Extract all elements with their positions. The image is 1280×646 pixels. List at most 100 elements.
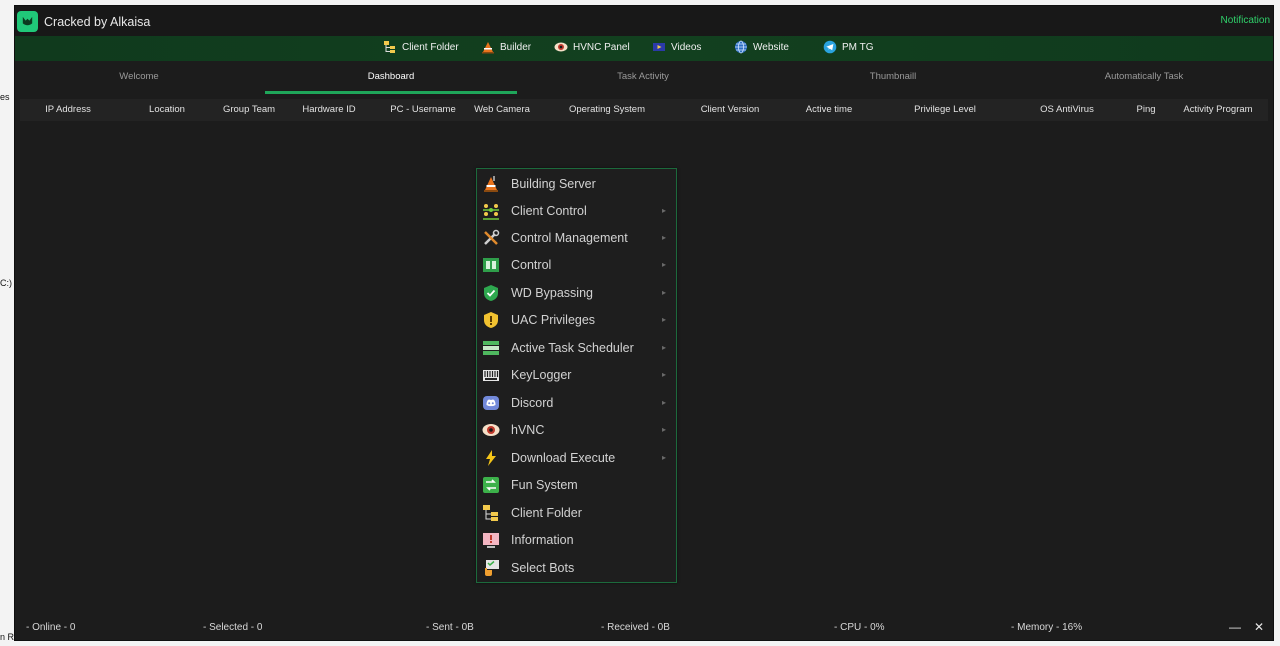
group-icon bbox=[483, 203, 499, 220]
menu-item-select-bots[interactable]: Select Bots bbox=[477, 554, 676, 581]
menu-item-label: Information bbox=[511, 532, 574, 547]
column-header[interactable]: Client Version bbox=[701, 104, 760, 115]
submenu-arrow-icon: ▸ bbox=[661, 370, 666, 379]
app-title: Cracked by Alkaisa bbox=[44, 15, 151, 29]
column-header[interactable]: Group Team bbox=[223, 104, 275, 115]
menu-item-download-execute[interactable]: Download Execute ▸ bbox=[477, 444, 676, 471]
menu-item-uac-privileges[interactable]: UAC Privileges ▸ bbox=[477, 306, 676, 333]
tab-welcome[interactable]: Welcome bbox=[119, 71, 158, 82]
clients-table-header: IP Address Location Group Team Hardware … bbox=[20, 99, 1268, 121]
submenu-arrow-icon: ▸ bbox=[661, 453, 666, 462]
toolbar-label: Website bbox=[753, 41, 789, 53]
lightning-icon bbox=[486, 449, 496, 466]
submenu-arrow-icon: ▸ bbox=[661, 398, 666, 407]
menu-item-label: Fun System bbox=[511, 477, 578, 492]
submenu-arrow-icon: ▸ bbox=[661, 260, 666, 269]
scheduler-icon bbox=[483, 340, 499, 355]
arrows-icon bbox=[483, 476, 499, 493]
status-memory: - Memory - 16% bbox=[1011, 622, 1083, 633]
menu-item-client-control[interactable]: Client Control ▸ bbox=[477, 197, 676, 224]
toolbar: Client Folder Builder HVNC Panel Videos … bbox=[15, 36, 1273, 61]
folder-tree-icon bbox=[483, 504, 498, 521]
tab-dashboard[interactable]: Dashboard bbox=[368, 71, 414, 82]
column-header[interactable]: Activity Program bbox=[1183, 104, 1252, 115]
construction-icon bbox=[482, 42, 494, 54]
column-header[interactable]: PC - Username bbox=[390, 104, 455, 115]
menu-item-label: Control bbox=[511, 257, 552, 272]
column-header[interactable]: Active time bbox=[806, 104, 852, 115]
chip-icon bbox=[483, 257, 499, 272]
menu-item-information[interactable]: Information bbox=[477, 526, 676, 553]
menu-item-label: Download Execute bbox=[511, 450, 616, 465]
tab-automatically-task[interactable]: Automatically Task bbox=[1105, 71, 1184, 82]
menu-item-label: Discord bbox=[511, 395, 554, 410]
menu-item-hvnc[interactable]: hVNC ▸ bbox=[477, 416, 676, 443]
background-fragment: n R bbox=[0, 632, 15, 642]
toolbar-pm-tg-button[interactable]: PM TG bbox=[823, 40, 873, 54]
menu-item-control-management[interactable]: Control Management ▸ bbox=[477, 224, 676, 251]
menu-item-wd-bypassing[interactable]: WD Bypassing ▸ bbox=[477, 279, 676, 306]
status-sent: - Sent - 0B bbox=[426, 622, 474, 633]
tab-thumbnail[interactable]: Thumbnaill bbox=[870, 71, 916, 82]
menu-item-label: Building Server bbox=[511, 176, 596, 191]
toolbar-client-folder-button[interactable]: Client Folder bbox=[383, 40, 459, 54]
submenu-arrow-icon: ▸ bbox=[661, 206, 666, 215]
app-window: Cracked by Alkaisa Notification Client F… bbox=[14, 5, 1274, 641]
tools-icon bbox=[484, 229, 500, 245]
toolbar-videos-button[interactable]: Videos bbox=[652, 40, 701, 54]
minimize-button[interactable]: — bbox=[1229, 620, 1241, 634]
submenu-arrow-icon: ▸ bbox=[661, 425, 666, 434]
eye-icon bbox=[554, 42, 568, 52]
status-online: - Online - 0 bbox=[26, 622, 76, 633]
menu-item-label: WD Bypassing bbox=[511, 285, 593, 300]
tab-task-activity[interactable]: Task Activity bbox=[617, 71, 669, 82]
toolbar-website-button[interactable]: Website bbox=[734, 40, 789, 54]
app-logo-icon bbox=[17, 11, 38, 32]
menu-item-control[interactable]: Control ▸ bbox=[477, 251, 676, 278]
tab-strip: Welcome Dashboard Task Activity Thumbnai… bbox=[15, 61, 1273, 94]
column-header[interactable]: IP Address bbox=[45, 104, 91, 115]
menu-item-active-task-scheduler[interactable]: Active Task Scheduler ▸ bbox=[477, 334, 676, 361]
telegram-icon bbox=[823, 40, 837, 54]
menu-item-label: UAC Privileges bbox=[511, 312, 596, 327]
toolbar-hvnc-panel-button[interactable]: HVNC Panel bbox=[554, 40, 630, 54]
toolbar-builder-button[interactable]: Builder bbox=[481, 40, 531, 54]
column-header[interactable]: Location bbox=[149, 104, 185, 115]
toolbar-label: PM TG bbox=[842, 41, 874, 53]
status-bar: - Online - 0 - Selected - 0 - Sent - 0B … bbox=[15, 616, 1273, 640]
background-fragment: es bbox=[0, 92, 10, 102]
submenu-arrow-icon: ▸ bbox=[661, 233, 666, 242]
hand-select-icon bbox=[485, 559, 499, 576]
keyboard-icon bbox=[483, 369, 499, 381]
folder-tree-icon bbox=[384, 41, 395, 53]
menu-item-label: hVNC bbox=[511, 422, 545, 437]
column-header[interactable]: Ping bbox=[1136, 104, 1155, 115]
menu-item-label: Client Folder bbox=[511, 505, 582, 520]
menu-item-discord[interactable]: Discord ▸ bbox=[477, 389, 676, 416]
submenu-arrow-icon: ▸ bbox=[661, 343, 666, 352]
globe-icon bbox=[735, 40, 747, 54]
shield-warning-icon bbox=[484, 311, 498, 328]
menu-item-keylogger[interactable]: KeyLogger ▸ bbox=[477, 361, 676, 388]
notification-link[interactable]: Notification bbox=[1221, 15, 1270, 26]
status-cpu: - CPU - 0% bbox=[834, 622, 885, 633]
menu-item-label: Select Bots bbox=[511, 560, 575, 575]
video-icon bbox=[653, 43, 665, 51]
column-header[interactable]: Operating System bbox=[569, 104, 645, 115]
column-header[interactable]: Web Camera bbox=[474, 104, 530, 115]
status-received: - Received - 0B bbox=[601, 622, 670, 633]
menu-item-building-server[interactable]: Building Server bbox=[477, 170, 676, 197]
column-header[interactable]: Privilege Level bbox=[914, 104, 976, 115]
column-header[interactable]: OS AntiVirus bbox=[1040, 104, 1094, 115]
toolbar-label: Builder bbox=[500, 41, 532, 53]
close-button[interactable]: ✕ bbox=[1254, 620, 1264, 634]
menu-item-client-folder[interactable]: Client Folder bbox=[477, 499, 676, 526]
status-selected: - Selected - 0 bbox=[203, 622, 263, 633]
menu-item-label: Client Control bbox=[511, 203, 587, 218]
column-header[interactable]: Hardware ID bbox=[302, 104, 355, 115]
menu-item-fun-system[interactable]: Fun System bbox=[477, 471, 676, 498]
background-fragment: C:) bbox=[0, 278, 12, 288]
menu-item-label: Active Task Scheduler bbox=[511, 340, 634, 355]
title-bar[interactable]: Cracked by Alkaisa Notification bbox=[15, 6, 1273, 36]
toolbar-label: Videos bbox=[671, 41, 702, 53]
